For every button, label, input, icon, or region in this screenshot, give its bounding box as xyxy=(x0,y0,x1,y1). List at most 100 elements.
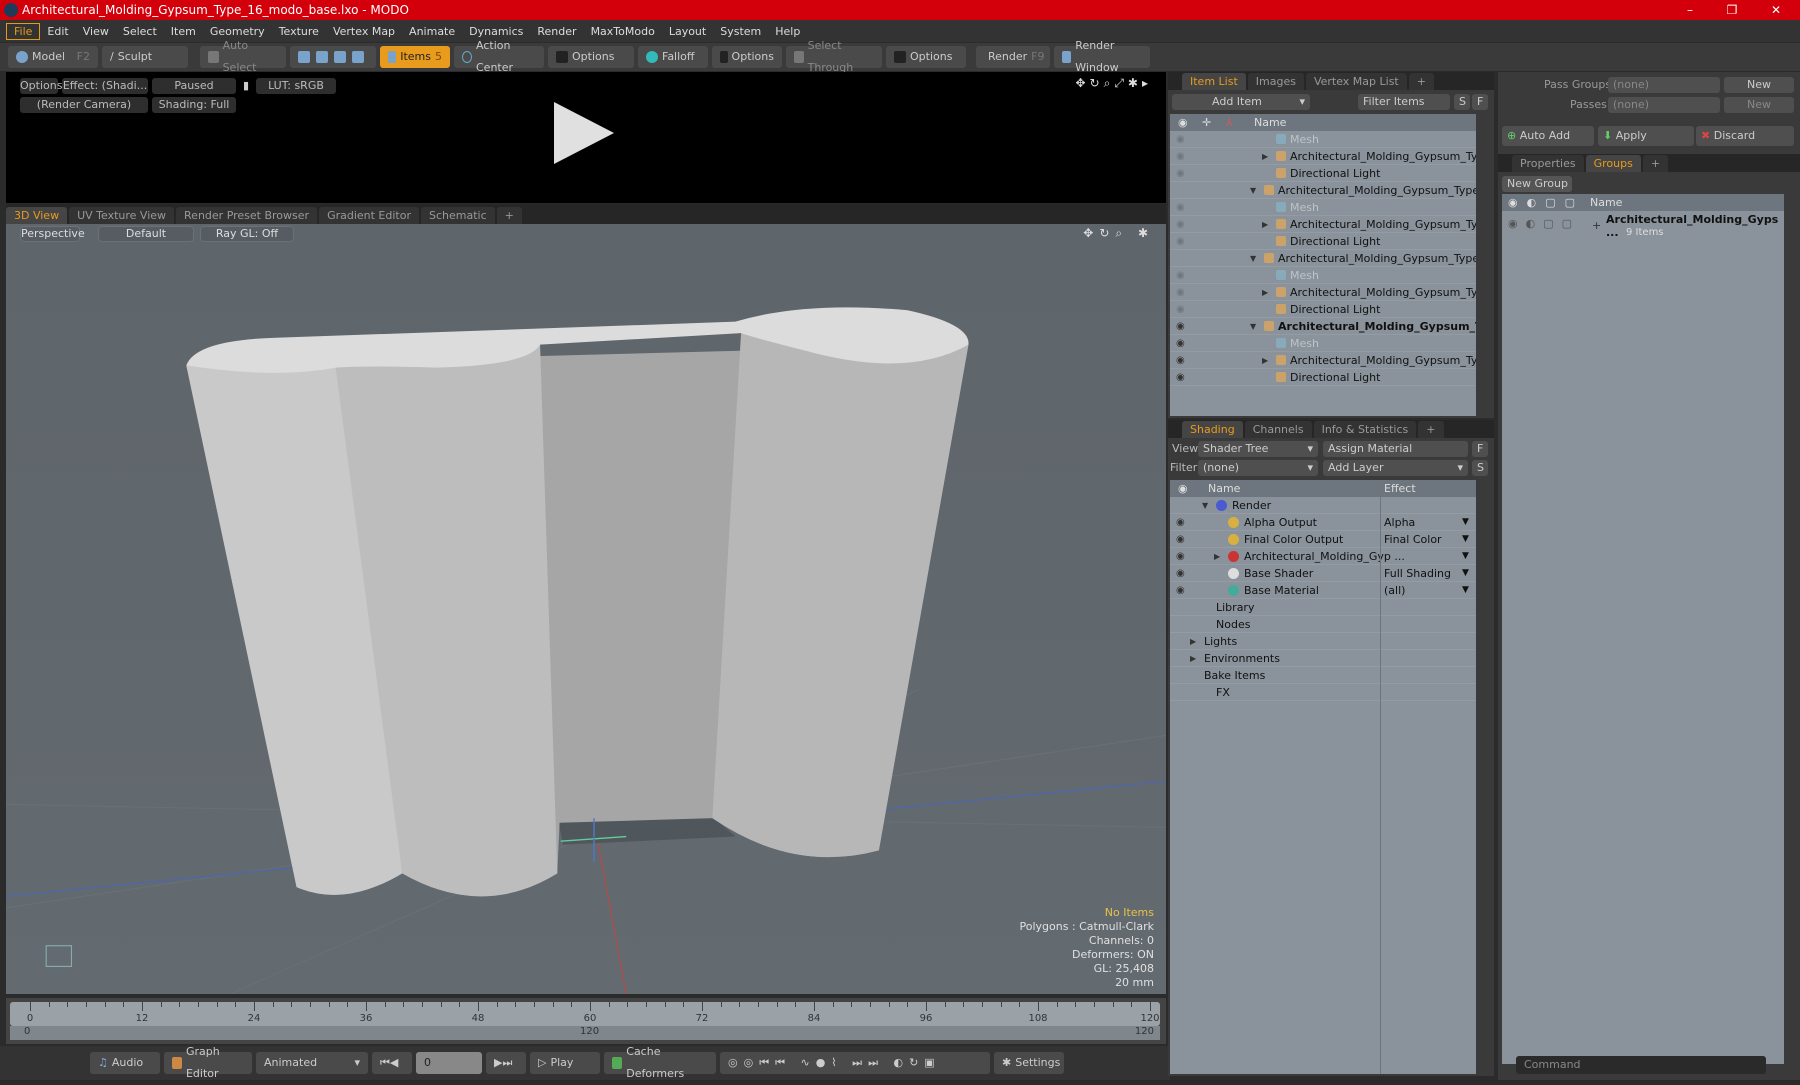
render-window-button[interactable]: Render Window xyxy=(1054,39,1150,74)
menu-texture[interactable]: Texture xyxy=(272,24,326,39)
items-mode-button[interactable]: Items 5 xyxy=(380,46,450,68)
chevron-down-icon[interactable]: ▼ xyxy=(1462,582,1469,599)
shader-row[interactable]: Library xyxy=(1170,599,1476,616)
item-row[interactable]: ◉ ▶ Architectural_Molding_Gypsum_Type_ ... xyxy=(1170,352,1476,369)
menu-help[interactable]: Help xyxy=(768,24,807,39)
shader-row[interactable]: ◉ Base Shader Full Shading ▼ xyxy=(1170,565,1476,582)
new-pass-button[interactable]: New xyxy=(1724,97,1794,113)
lock-icon[interactable]: ▮ xyxy=(240,78,252,94)
perspective-dropdown[interactable]: Perspective xyxy=(20,226,85,242)
eye-icon[interactable]: ◉ xyxy=(1176,369,1185,386)
eye-icon[interactable]: ◉ xyxy=(1176,131,1185,148)
item-row[interactable]: ◉ Mesh xyxy=(1170,335,1476,352)
menu-maxtomodo[interactable]: MaxToModo xyxy=(584,24,662,39)
animated-dropdown[interactable]: Animated ▾ xyxy=(256,1052,368,1074)
item-row[interactable]: ◉ Directional Light xyxy=(1170,165,1476,182)
new-pass-group-button[interactable]: New xyxy=(1724,77,1794,93)
tab-vertex-map-list[interactable]: Vertex Map List xyxy=(1305,73,1407,90)
shader-row[interactable]: ▶ Environments xyxy=(1170,650,1476,667)
eye-icon[interactable]: ◉ xyxy=(1176,148,1185,165)
eye-icon[interactable]: ◉ xyxy=(1176,199,1185,216)
item-row[interactable]: ▼ Architectural_Molding_Gypsum_Type_14 ..… xyxy=(1170,182,1476,199)
render-button[interactable]: Render F9 xyxy=(976,46,1050,68)
lock-column-icon[interactable]: ✛ xyxy=(1202,114,1211,131)
lut-dropdown[interactable]: LUT: sRGB xyxy=(256,78,336,94)
item-row[interactable]: ◉ Mesh xyxy=(1170,131,1476,148)
item-row[interactable]: ◉ Mesh xyxy=(1170,267,1476,284)
menu-item[interactable]: Item xyxy=(164,24,203,39)
tab-3d-view[interactable]: 3D View xyxy=(6,207,68,224)
shader-row[interactable]: ◉ ▶ Architectural_Molding_Gyp ... ▼ xyxy=(1170,548,1476,565)
eye-icon[interactable]: ◉ xyxy=(1176,565,1185,582)
tab--[interactable]: + xyxy=(1408,73,1434,90)
falloff-button[interactable]: Falloff xyxy=(638,46,708,68)
edge-mode-icon[interactable] xyxy=(316,51,328,63)
expand-arrow-icon[interactable]: ▼ xyxy=(1202,497,1208,514)
tab-channels[interactable]: Channels xyxy=(1244,421,1312,438)
play-icon[interactable] xyxy=(554,102,614,164)
eye-icon[interactable]: ◉ xyxy=(1176,301,1185,318)
eye-icon[interactable]: ◉ xyxy=(1176,284,1185,301)
timeline-ruler[interactable]: 0 12 24 36 48 60 72 84 96 108 120 xyxy=(10,1002,1160,1026)
graph-editor-button[interactable]: Graph Editor xyxy=(164,1045,252,1080)
shading-dropdown[interactable]: Shading: Full xyxy=(152,97,236,113)
cache-deformers-button[interactable]: Cache Deformers xyxy=(604,1045,716,1080)
add-layer-dropdown[interactable]: Add Layer ▾ xyxy=(1323,460,1468,476)
shader-row[interactable]: ◉ Alpha Output Alpha ▼ xyxy=(1170,514,1476,531)
item-row[interactable]: ◉ ▼ Architectural_Molding_Gypsum_T ... xyxy=(1170,318,1476,335)
expand-arrow-icon[interactable]: ▶ xyxy=(1262,148,1268,165)
falloff-options-button[interactable]: Options xyxy=(712,46,782,68)
command-input[interactable]: Command xyxy=(1516,1056,1766,1074)
shader-row[interactable]: ▼ Render xyxy=(1170,497,1476,514)
3d-viewport[interactable]: Perspective Default Ray GL: Off ✥↻⌕ ✱ No… xyxy=(6,224,1166,994)
assign-material-button[interactable]: Assign Material xyxy=(1323,441,1468,457)
tab-schematic[interactable]: Schematic xyxy=(421,207,495,224)
tab-render-preset-browser[interactable]: Render Preset Browser xyxy=(176,207,318,224)
key-tool-buttons[interactable]: ◎◎⏮⏮ ∿●⌇ ⏭⏭ ◐↻▣ xyxy=(720,1052,990,1074)
item-row[interactable]: ◉ Directional Light xyxy=(1170,233,1476,250)
item-row[interactable]: ◉ Directional Light xyxy=(1170,369,1476,386)
f-button[interactable]: F xyxy=(1472,94,1488,110)
expand-arrow-icon[interactable]: ▶ xyxy=(1262,284,1268,301)
expand-arrow-icon[interactable]: ▼ xyxy=(1250,250,1256,267)
shader-row[interactable]: ◉ Base Material (all) ▼ xyxy=(1170,582,1476,599)
eye-icon[interactable]: ◉ xyxy=(1176,582,1185,599)
camera-dropdown[interactable]: (Render Camera) xyxy=(20,97,148,113)
action-center-options-button[interactable]: Options xyxy=(548,46,634,68)
chevron-down-icon[interactable]: ▼ xyxy=(1462,531,1469,548)
s-button[interactable]: S xyxy=(1454,94,1470,110)
eye-icon[interactable]: ◉ xyxy=(1178,114,1188,131)
item-row[interactable]: ▼ Architectural_Molding_Gypsum_Type_15 ..… xyxy=(1170,250,1476,267)
viewport-nav-icons[interactable]: ✥↻⌕ ✱ xyxy=(1083,226,1154,241)
expand-arrow-icon[interactable]: ▶ xyxy=(1262,352,1268,369)
menu-file[interactable]: File xyxy=(6,22,41,40)
play-button[interactable]: ▷ Play xyxy=(530,1052,600,1074)
tab-shading[interactable]: Shading xyxy=(1182,421,1243,438)
menu-render[interactable]: Render xyxy=(530,24,583,39)
item-row[interactable]: ◉ ▶ Architectural_Molding_Gypsum_Type_ ... xyxy=(1170,216,1476,233)
chevron-down-icon[interactable]: ▼ xyxy=(1462,548,1469,565)
menu-edit[interactable]: Edit xyxy=(40,24,75,39)
timeline-range[interactable]: 0 120 120 xyxy=(10,1026,1160,1040)
sculpt-button[interactable]: / Sculpt xyxy=(102,46,188,68)
close-button[interactable]: ✕ xyxy=(1756,0,1796,20)
menu-system[interactable]: System xyxy=(713,24,768,39)
paused-button[interactable]: Paused xyxy=(152,78,236,94)
filter-dropdown[interactable]: (none) ▾ xyxy=(1198,460,1318,476)
expand-arrow-icon[interactable]: ▶ xyxy=(1190,650,1196,667)
menu-select[interactable]: Select xyxy=(116,24,164,39)
material-mode-icon[interactable] xyxy=(352,51,364,63)
discard-button[interactable]: ✖ Discard xyxy=(1696,126,1794,146)
expand-plus-icon[interactable]: + xyxy=(1592,219,1601,232)
apply-button[interactable]: ⬇ Apply xyxy=(1598,126,1694,146)
model-mode-button[interactable]: Model F2 xyxy=(8,46,98,68)
menu-layout[interactable]: Layout xyxy=(662,24,713,39)
select-through-options-button[interactable]: Options xyxy=(886,46,966,68)
group-row-toggles[interactable]: ◉◐▢▢ xyxy=(1508,217,1580,230)
eye-icon[interactable]: ◉ xyxy=(1176,267,1185,284)
tab-groups[interactable]: Groups xyxy=(1585,155,1641,172)
eye-icon[interactable]: ◉ xyxy=(1178,480,1188,497)
chevron-down-icon[interactable]: ▼ xyxy=(1462,514,1469,531)
f-button[interactable]: F xyxy=(1472,441,1488,457)
vertex-mode-icon[interactable] xyxy=(298,51,310,63)
